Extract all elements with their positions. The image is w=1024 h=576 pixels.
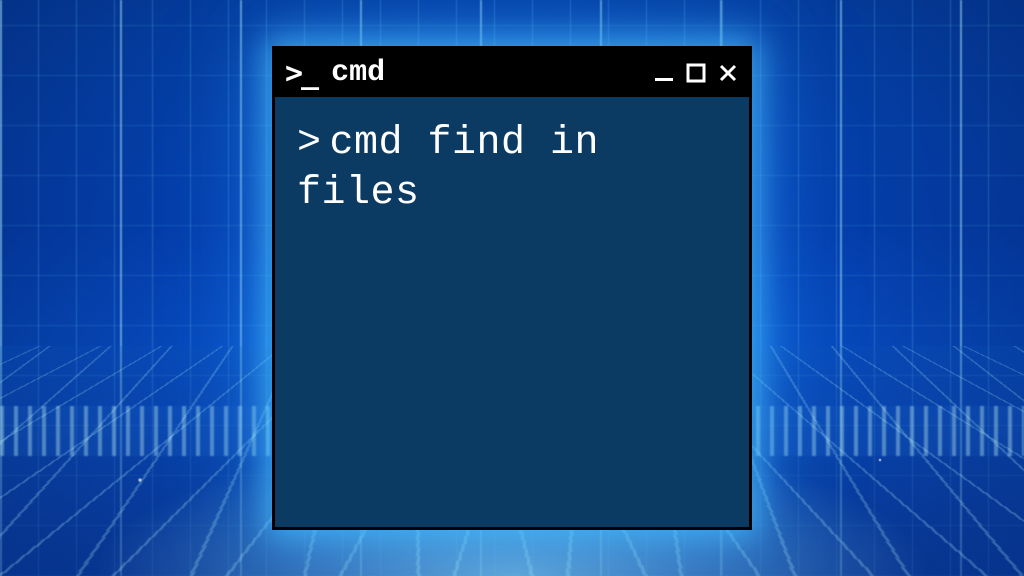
- close-button[interactable]: [717, 62, 739, 84]
- window-controls: [653, 62, 739, 84]
- terminal-body[interactable]: >cmd find in files: [275, 97, 749, 241]
- prompt-char: >: [297, 121, 322, 166]
- close-icon: [718, 63, 738, 83]
- window-title: cmd: [331, 56, 643, 90]
- command-text: cmd find in files: [297, 121, 624, 216]
- terminal-prompt-icon: >_: [285, 56, 317, 91]
- command-line[interactable]: >cmd find in files: [297, 119, 727, 219]
- maximize-icon: [686, 63, 706, 83]
- minimize-button[interactable]: [653, 62, 675, 84]
- minimize-icon: [654, 64, 674, 84]
- titlebar[interactable]: >_ cmd: [275, 49, 749, 97]
- maximize-button[interactable]: [685, 62, 707, 84]
- terminal-window[interactable]: >_ cmd >cmd find in files: [272, 46, 752, 530]
